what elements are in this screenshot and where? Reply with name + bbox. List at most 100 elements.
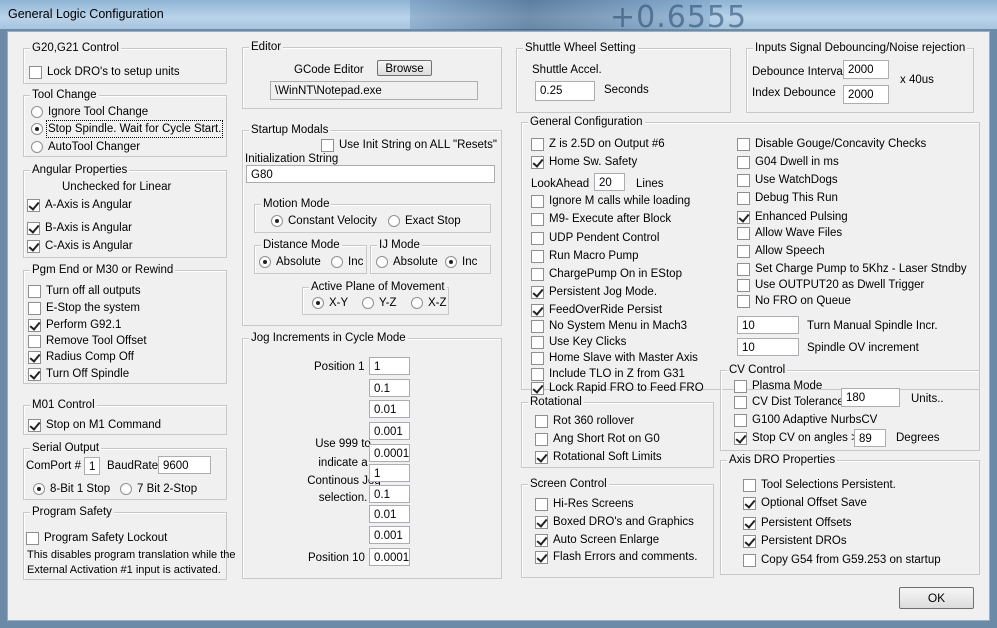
- ignore-m-calls-checkbox[interactable]: Ignore M calls while loading: [531, 194, 690, 208]
- jog-position-7-field[interactable]: 0.1: [369, 485, 410, 503]
- lock-rapid-fro-checkbox[interactable]: Lock Rapid FRO to Feed FRO: [531, 381, 704, 395]
- b-axis-angular-checkbox[interactable]: B-Axis is Angular: [27, 221, 132, 235]
- feedoverride-persist-checkbox[interactable]: FeedOverRide Persist: [531, 303, 662, 317]
- jog-position-6-field[interactable]: 1: [369, 464, 410, 482]
- rotational-soft-limits-checkbox[interactable]: Rotational Soft Limits: [535, 450, 662, 464]
- baudrate-field[interactable]: 9600: [158, 456, 211, 474]
- ij-absolute-radio[interactable]: Absolute: [376, 255, 438, 269]
- distance-absolute-radio[interactable]: Absolute: [259, 255, 321, 269]
- udp-pendant-checkbox[interactable]: UDP Pendent Control: [531, 231, 659, 245]
- distance-inc-radio[interactable]: Inc: [331, 255, 363, 269]
- editor-path-field[interactable]: \WinNT\Notepad.exe: [270, 81, 478, 100]
- stop-cv-angle-field[interactable]: 89: [854, 429, 886, 447]
- persistent-offsets-checkbox[interactable]: Persistent Offsets: [743, 516, 852, 530]
- stop-spindle-radio[interactable]: Stop Spindle. Wait for Cycle Start.: [31, 120, 224, 138]
- stop-on-m1-checkbox[interactable]: Stop on M1 Command: [28, 418, 161, 432]
- auto-tool-changer-radio[interactable]: AutoTool Changer: [31, 140, 140, 154]
- jog-position-2-field[interactable]: 0.1: [369, 379, 410, 397]
- exact-stop-radio[interactable]: Exact Stop: [388, 214, 461, 228]
- z-25d-checkbox[interactable]: Z is 2.5D on Output #6: [531, 137, 665, 151]
- jog-position-1-field[interactable]: 1: [369, 357, 410, 375]
- cv-dist-field[interactable]: 180: [841, 388, 900, 407]
- plasma-mode-checkbox[interactable]: Plasma Mode: [734, 379, 822, 393]
- ok-button[interactable]: OK: [899, 587, 974, 609]
- jog-position-4-field[interactable]: 0.001: [369, 422, 410, 440]
- hi-res-screens-checkbox[interactable]: Hi-Res Screens: [535, 497, 634, 511]
- home-slave-checkbox[interactable]: Home Slave with Master Axis: [531, 351, 698, 365]
- run-macro-pump-checkbox[interactable]: Run Macro Pump: [531, 249, 638, 263]
- init-string-field[interactable]: G80: [246, 165, 495, 183]
- flash-errors-checkbox[interactable]: Flash Errors and comments.: [535, 550, 697, 564]
- jog-position-10-field[interactable]: 0.0001: [369, 548, 410, 566]
- charge-pump-5khz-checkbox[interactable]: Set Charge Pump to 5Khz - Laser Stndby: [737, 262, 967, 276]
- 7bit-2stop-radio[interactable]: 7 Bit 2-Stop: [120, 482, 197, 496]
- tool-selections-persistent-checkbox[interactable]: Tool Selections Persistent.: [743, 478, 896, 492]
- optional-offset-save-checkbox[interactable]: Optional Offset Save: [743, 496, 867, 510]
- stop-cv-angles-checkbox[interactable]: Stop CV on angles >: [734, 431, 858, 445]
- spindle-incr-label: Turn Manual Spindle Incr.: [807, 320, 938, 332]
- index-debounce-field[interactable]: 2000: [843, 85, 889, 104]
- dialog-client: G20,G21 Control Lock DRO's to setup unit…: [7, 31, 990, 621]
- ignore-tool-change-radio[interactable]: Ignore Tool Change: [31, 105, 148, 119]
- jog-position-3-field[interactable]: 0.01: [369, 400, 410, 418]
- persistent-jog-checkbox[interactable]: Persistent Jog Mode.: [531, 285, 657, 299]
- comport-field[interactable]: 1: [84, 457, 100, 475]
- plane-xy-radio[interactable]: X-Y: [312, 296, 348, 310]
- use-watchdogs-checkbox[interactable]: Use WatchDogs: [737, 173, 838, 187]
- shuttle-accel-field[interactable]: 0.25: [535, 81, 595, 101]
- plane-yz-radio[interactable]: Y-Z: [362, 296, 396, 310]
- jog-position-8-field[interactable]: 0.01: [369, 505, 410, 523]
- turn-off-spindle-checkbox[interactable]: Turn Off Spindle: [28, 367, 129, 381]
- debug-run-checkbox[interactable]: Debug This Run: [737, 191, 838, 205]
- spindle-ov-field[interactable]: 10: [737, 338, 799, 356]
- chargepump-estop-checkbox[interactable]: ChargePump On in EStop: [531, 267, 682, 281]
- persistent-dros-checkbox[interactable]: Persistent DROs: [743, 534, 847, 548]
- debounce-interval-field[interactable]: 2000: [843, 60, 889, 79]
- shuttle-accel-label: Shuttle Accel.: [532, 64, 602, 76]
- no-system-menu-checkbox[interactable]: No System Menu in Mach3: [531, 319, 687, 333]
- g04-dwell-ms-checkbox[interactable]: G04 Dwell in ms: [737, 155, 839, 169]
- program-safety-lockout-checkbox[interactable]: Program Safety Lockout: [26, 531, 167, 545]
- plane-xz-radio[interactable]: X-Z: [411, 296, 447, 310]
- disable-gouge-checkbox[interactable]: Disable Gouge/Concavity Checks: [737, 137, 926, 151]
- no-fro-queue-checkbox[interactable]: No FRO on Queue: [737, 294, 851, 308]
- output20-dwell-checkbox[interactable]: Use OUTPUT20 as Dwell Trigger: [737, 278, 924, 292]
- cv-dist-tolerance-checkbox[interactable]: CV Dist Tolerance: [734, 395, 844, 409]
- constant-velocity-radio[interactable]: Constant Velocity: [271, 214, 377, 228]
- allow-speech-checkbox[interactable]: Allow Speech: [737, 244, 825, 258]
- auto-screen-enlarge-checkbox[interactable]: Auto Screen Enlarge: [535, 533, 659, 547]
- group-title: Serial Output: [30, 441, 102, 455]
- m9-execute-checkbox[interactable]: M9- Execute after Block: [531, 212, 671, 226]
- perform-g921-checkbox[interactable]: Perform G92.1: [28, 318, 121, 332]
- radius-comp-off-checkbox[interactable]: Radius Comp Off: [28, 350, 134, 364]
- group-title: Program Safety: [30, 505, 114, 519]
- ang-short-rot-checkbox[interactable]: Ang Short Rot on G0: [535, 432, 660, 446]
- remove-tool-offset-checkbox[interactable]: Remove Tool Offset: [28, 334, 147, 348]
- 8bit-1stop-radio[interactable]: 8-Bit 1 Stop: [33, 482, 110, 496]
- ij-inc-radio[interactable]: Inc: [445, 255, 477, 269]
- allow-wave-files-checkbox[interactable]: Allow Wave Files: [737, 226, 842, 240]
- lookahead-field[interactable]: 20: [594, 173, 625, 191]
- browse-button[interactable]: Browse: [377, 60, 432, 76]
- debounce-group: Inputs Signal Debouncing/Noise rejection…: [746, 41, 974, 113]
- axis-dro-properties-group: Axis DRO Properties Tool Selections Pers…: [720, 453, 980, 575]
- boxed-dros-checkbox[interactable]: Boxed DRO's and Graphics: [535, 515, 694, 529]
- c-axis-angular-checkbox[interactable]: C-Axis is Angular: [27, 239, 133, 253]
- g100-nurbscv-checkbox[interactable]: G100 Adaptive NurbsCV: [734, 413, 877, 427]
- turn-off-outputs-checkbox[interactable]: Turn off all outputs: [28, 284, 141, 298]
- estop-system-checkbox[interactable]: E-Stop the system: [28, 301, 140, 315]
- copy-g54-checkbox[interactable]: Copy G54 from G59.253 on startup: [743, 553, 941, 567]
- enhanced-pulsing-checkbox[interactable]: Enhanced Pulsing: [737, 210, 848, 224]
- lock-dro-units-checkbox[interactable]: Lock DRO's to setup units: [29, 65, 180, 79]
- spindle-incr-field[interactable]: 10: [737, 316, 799, 334]
- startup-modals-group: Startup Modals Use Init String on ALL "R…: [242, 123, 502, 326]
- include-tlo-checkbox[interactable]: Include TLO in Z from G31: [531, 367, 685, 381]
- rot-360-rollover-checkbox[interactable]: Rot 360 rollover: [535, 414, 634, 428]
- home-switch-safety-checkbox[interactable]: Home Sw. Safety: [531, 155, 637, 169]
- use-init-string-checkbox[interactable]: Use Init String on ALL "Resets": [321, 138, 497, 152]
- key-clicks-checkbox[interactable]: Use Key Clicks: [531, 335, 626, 349]
- gcode-editor-label: GCode Editor: [294, 64, 364, 76]
- a-axis-angular-checkbox[interactable]: A-Axis is Angular: [27, 198, 132, 212]
- jog-position-9-field[interactable]: 0.001: [369, 526, 410, 544]
- jog-position-5-field[interactable]: 0.0001: [369, 444, 410, 462]
